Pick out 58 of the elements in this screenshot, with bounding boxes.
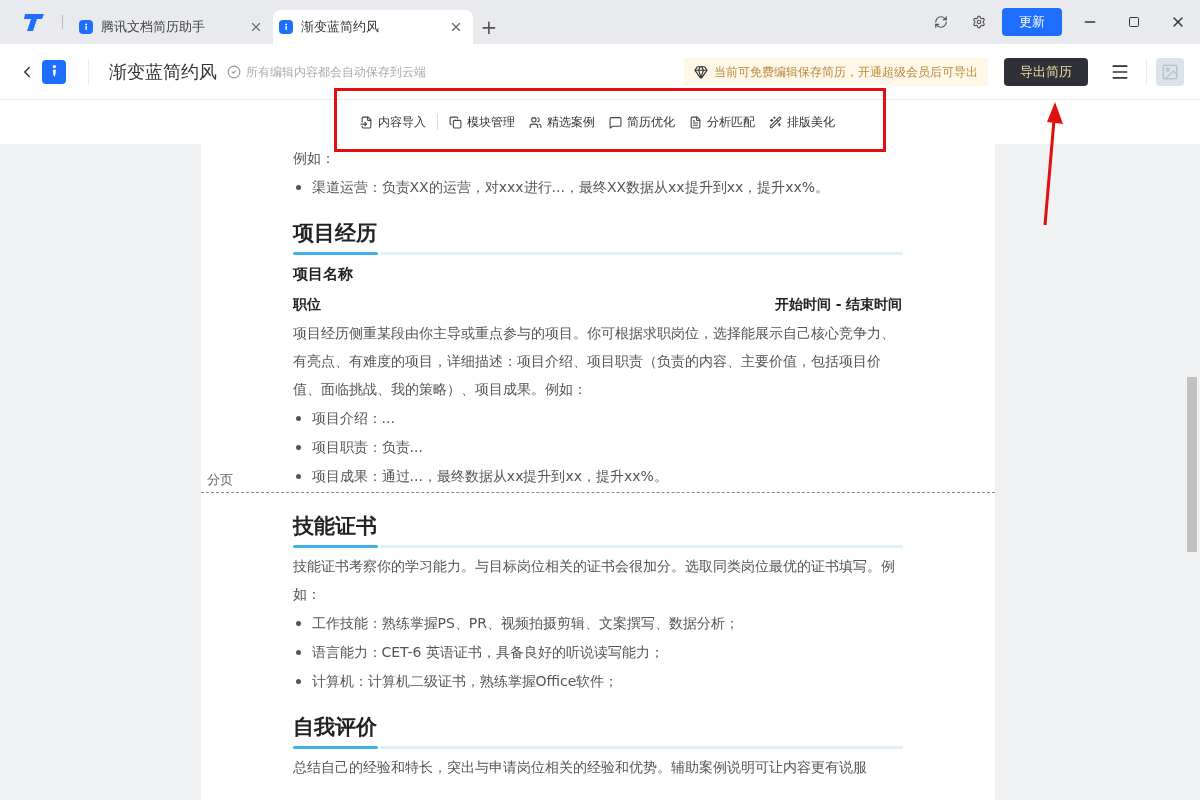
resume-icon — [42, 59, 66, 84]
bullet-icon — [295, 445, 301, 450]
list-item: 项目介绍：... — [311, 409, 395, 428]
update-button[interactable]: 更新 — [1002, 8, 1062, 36]
close-icon[interactable] — [449, 20, 463, 34]
check-circle-icon — [227, 64, 241, 79]
list-item: 工作技能：熟练掌握PS、PR、视频拍摄剪辑、文案撰写、数据分析； — [311, 614, 739, 633]
section-heading: 项目经历 — [292, 220, 377, 247]
section-heading: 自我评价 — [292, 714, 377, 741]
toolbar-button[interactable]: 分析匹配 — [681, 113, 762, 131]
app-logo-icon — [22, 12, 46, 32]
paragraph: 项目经历侧重某段由你主导或重点参与的项目。你可根据求职岗位，选择能展示自己核心竞争力、有亮点、有难度的项目，详细描述：项目介绍、项目职责（负责的内容、主要价值，包括项目价值、面临挑战、我的策略）、项目成果。例如： — [292, 324, 896, 399]
copy-icon — [448, 115, 462, 129]
people-icon — [528, 115, 542, 129]
toolbar-button[interactable]: 模块管理 — [441, 113, 522, 131]
resume-icon — [279, 20, 293, 34]
bullet-icon — [295, 679, 301, 684]
date-range: 开始时间 - 结束时间 — [774, 295, 903, 314]
paragraph: 总结自己的经验和特长，突出与申请岗位相关的经验和优势。辅助案例说明可让内容更有说服 — [292, 758, 868, 777]
save-status: 所有编辑内容都会自动保存到云端 — [246, 63, 426, 81]
tab-title: 腾讯文档简历助手 — [101, 18, 206, 37]
maximize-icon[interactable] — [1128, 16, 1140, 28]
list-item: 项目职责：负责... — [311, 438, 423, 457]
bullet-icon — [295, 621, 301, 626]
toolbar-button[interactable]: 简历优化 — [601, 113, 682, 131]
export-button[interactable]: 导出简历 — [1004, 57, 1088, 86]
magic-wand-icon — [768, 115, 782, 129]
paragraph: 技能证书考察你的学习能力。与目标岗位相关的证书会很加分。选取同类岗位最优的证书填写。例如： — [292, 557, 896, 604]
bullet-icon — [295, 650, 301, 655]
toolbar-button[interactable]: 精选案例 — [521, 113, 602, 131]
page-break-label: 分页 — [206, 471, 233, 489]
toolbar-button[interactable]: 内容导入 — [352, 113, 433, 131]
new-tab-button[interactable]: + — [473, 10, 505, 44]
close-icon[interactable] — [249, 20, 263, 34]
list-item: 计算机：计算机二级证书，熟练掌握Office软件； — [311, 672, 619, 691]
bullet-icon — [295, 185, 301, 190]
project-name: 项目名称 — [292, 264, 353, 285]
toolbar-button[interactable]: 排版美化 — [761, 113, 842, 131]
sync-icon[interactable] — [934, 15, 948, 29]
paragraph: 例如： — [292, 149, 336, 168]
list-item: 语言能力：CET-6 英语证书，具备良好的听说读写能力； — [311, 643, 664, 662]
job-title: 职位 — [292, 295, 321, 314]
resume-icon — [79, 20, 93, 34]
bullet-icon — [295, 474, 301, 479]
chat-icon — [608, 115, 622, 129]
list-item: 项目成果：通过...，最终数据从xx提升到xx，提升xx%。 — [311, 467, 668, 486]
section-heading: 技能证书 — [292, 513, 377, 540]
browser-tab[interactable]: 腾讯文档简历助手 — [73, 10, 273, 44]
document-title: 渐变蓝简约风 — [109, 60, 217, 84]
diamond-icon — [694, 64, 708, 79]
tab-title: 渐变蓝简约风 — [301, 18, 380, 37]
notice-text: 当前可免费编辑保存简历，开通超级会员后可导出 — [714, 63, 978, 81]
import-icon — [359, 115, 373, 129]
list-item: 渠道运营：负责XX的运营，对xxx进行...，最终XX数据从xx提升到xx，提升xx%。 — [311, 178, 830, 197]
browser-tab[interactable]: 渐变蓝简约风 — [273, 10, 473, 44]
bullet-icon — [295, 416, 301, 421]
settings-icon[interactable] — [972, 15, 986, 29]
document-icon — [688, 115, 702, 129]
